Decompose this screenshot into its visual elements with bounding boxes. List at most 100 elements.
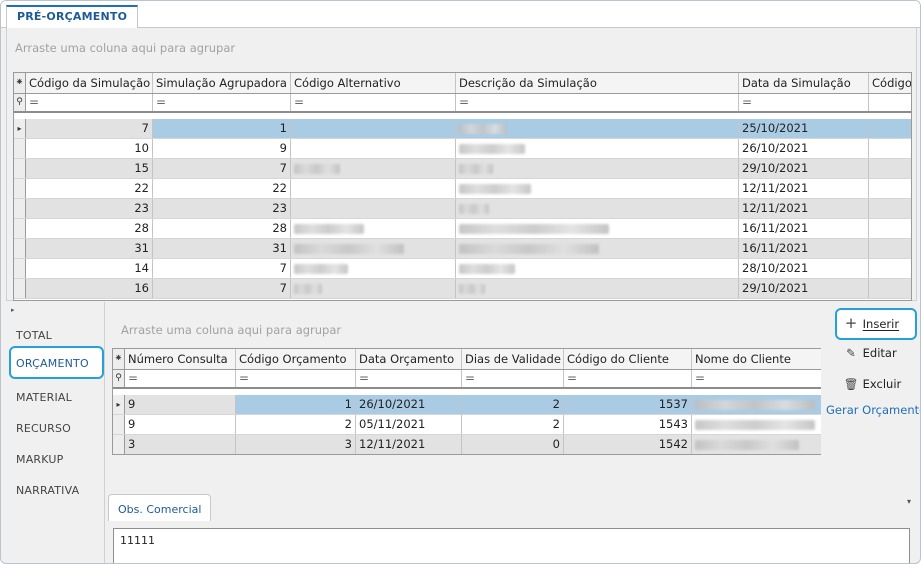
- cell-data-orcamento: 26/10/2021: [356, 395, 462, 414]
- cell-codigo-extra: [869, 279, 911, 298]
- col-codigo[interactable]: Código: [869, 73, 911, 93]
- sidebar-item-material[interactable]: MATERIAL: [16, 391, 72, 404]
- action-panel: + Inserir ✎ Editar 🗑 Excluir Gerar Orçam…: [821, 307, 920, 427]
- cell-codigo-orcamento: 3: [236, 435, 356, 454]
- redacted-text: [695, 419, 815, 430]
- row-indicator: [14, 239, 26, 258]
- column-chooser-icon[interactable]: ⁕: [113, 349, 125, 369]
- table-row[interactable]: 23 23 12/11/2021: [14, 199, 911, 219]
- filter-data-simulacao[interactable]: =: [739, 94, 869, 111]
- collapse-arrow-icon[interactable]: ▾: [907, 497, 911, 506]
- cell-codigo: 22: [26, 179, 153, 198]
- cell-data: 29/10/2021: [739, 279, 869, 298]
- cell-codigo-cliente: 1542: [564, 435, 692, 454]
- col-numero-consulta[interactable]: Número Consulta: [125, 349, 236, 369]
- row-indicator: [14, 159, 26, 178]
- table-row[interactable]: ▸ 9 1 26/10/2021 2 1537: [113, 395, 821, 415]
- simulation-grid-header: ⁕ Código da Simulação Simulação Agrupado…: [14, 73, 911, 94]
- redacted-text: [459, 223, 609, 234]
- tab-pre-orcamento[interactable]: PRÉ-ORÇAMENTO: [6, 5, 139, 28]
- column-chooser-icon[interactable]: ⁕: [14, 73, 26, 93]
- delete-label: Excluir: [862, 377, 902, 391]
- filter-data-orcamento[interactable]: =: [356, 370, 462, 387]
- cell-data-orcamento: 12/11/2021: [356, 435, 462, 454]
- redacted-text: [294, 263, 348, 274]
- col-codigo-alternativo[interactable]: Código Alternativo: [291, 73, 456, 93]
- edit-label: Editar: [862, 346, 897, 360]
- insert-button[interactable]: + Inserir: [835, 308, 917, 340]
- filter-descricao-simulacao[interactable]: =: [456, 94, 739, 111]
- group-by-panel-bottom[interactable]: Arraste uma coluna aqui para agrupar: [121, 323, 341, 337]
- expand-arrow-icon[interactable]: ▸: [11, 306, 15, 314]
- sidebar-item-narrativa[interactable]: NARRATIVA: [16, 484, 79, 497]
- filter-codigo-orcamento[interactable]: =: [236, 370, 356, 387]
- cell-nome-cliente: [692, 435, 821, 454]
- filter-simulacao-agrupadora[interactable]: =: [153, 94, 291, 111]
- row-indicator: [14, 259, 26, 278]
- table-row[interactable]: 28 28 16/11/2021: [14, 219, 911, 239]
- tab-obs-comercial[interactable]: Obs. Comercial: [108, 494, 212, 521]
- filter-numero-consulta[interactable]: =: [125, 370, 236, 387]
- filter-codigo-simulacao[interactable]: =: [26, 94, 153, 111]
- cell-agrupadora: 7: [153, 259, 291, 278]
- filter-dias-validade[interactable]: =: [462, 370, 564, 387]
- obs-comercial-field[interactable]: 11111: [113, 528, 910, 563]
- sidebar-item-orcamento[interactable]: ORÇAMENTO: [9, 346, 104, 379]
- cell-codigo-alternativo: [291, 279, 456, 298]
- sidebar-item-total[interactable]: TOTAL: [16, 329, 52, 342]
- redacted-text: [294, 283, 322, 294]
- row-indicator: [14, 139, 26, 158]
- col-descricao-simulacao[interactable]: Descrição da Simulação: [456, 73, 739, 93]
- cell-codigo-orcamento: 2: [236, 415, 356, 434]
- cell-descricao: [456, 159, 739, 178]
- sidebar-item-markup[interactable]: MARKUP: [16, 453, 63, 466]
- cell-agrupadora: 1: [153, 119, 291, 138]
- col-simulacao-agrupadora[interactable]: Simulação Agrupadora: [153, 73, 291, 93]
- col-codigo-simulacao[interactable]: Código da Simulação: [26, 73, 153, 93]
- section-sidebar: ▸ TOTAL ORÇAMENTO MATERIAL RECURSO MARKU…: [6, 302, 105, 563]
- redacted-text: [459, 203, 489, 214]
- redacted-text: [459, 143, 525, 154]
- col-codigo-orcamento[interactable]: Código Orçamento: [236, 349, 356, 369]
- col-data-simulacao[interactable]: Data da Simulação: [739, 73, 869, 93]
- budget-filter-row: ⚲ = = = = = =: [113, 370, 821, 389]
- col-dias-validade[interactable]: Dias de Validade: [462, 349, 564, 369]
- top-tab-strip: PRÉ-ORÇAMENTO: [1, 1, 920, 28]
- table-row[interactable]: 16 7 29/10/2021: [14, 279, 911, 299]
- filter-codigo[interactable]: [869, 94, 911, 111]
- redacted-text: [294, 243, 404, 254]
- filter-codigo-cliente[interactable]: =: [564, 370, 692, 387]
- generate-budget-link[interactable]: Gerar Orçamento: [826, 403, 920, 417]
- filter-codigo-alternativo[interactable]: =: [291, 94, 456, 111]
- filter-pin-icon: ⚲: [14, 94, 26, 111]
- cell-codigo-alternativo: [291, 219, 456, 238]
- cell-agrupadora: 28: [153, 219, 291, 238]
- table-row[interactable]: 15 7 29/10/2021: [14, 159, 911, 179]
- table-row[interactable]: 3 3 12/11/2021 0 1542: [113, 435, 821, 454]
- filter-nome-cliente[interactable]: =: [692, 370, 821, 387]
- col-codigo-cliente[interactable]: Código do Cliente: [564, 349, 692, 369]
- cell-data: 16/11/2021: [739, 219, 869, 238]
- sidebar-item-recurso[interactable]: RECURSO: [16, 422, 71, 435]
- row-indicator-icon: ▸: [113, 395, 125, 414]
- table-row[interactable]: 22 22 12/11/2021: [14, 179, 911, 199]
- budget-grid: ⁕ Número Consulta Código Orçamento Data …: [112, 348, 821, 455]
- delete-button[interactable]: 🗑 Excluir: [843, 377, 902, 391]
- row-indicator: [113, 415, 125, 434]
- table-row[interactable]: 9 2 05/11/2021 2 1543: [113, 415, 821, 435]
- edit-button[interactable]: ✎ Editar: [843, 346, 897, 360]
- row-indicator: [14, 199, 26, 218]
- simulation-grid: ⁕ Código da Simulação Simulação Agrupado…: [13, 72, 912, 301]
- cell-descricao: [456, 279, 739, 298]
- col-nome-cliente[interactable]: Nome do Cliente: [692, 349, 821, 369]
- cell-numero-consulta: 9: [125, 415, 236, 434]
- group-by-panel-top[interactable]: Arraste uma coluna aqui para agrupar: [15, 41, 235, 55]
- table-row[interactable]: 31 31 16/11/2021: [14, 239, 911, 259]
- cell-codigo-extra: [869, 139, 911, 158]
- table-row[interactable]: 10 9 26/10/2021: [14, 139, 911, 159]
- table-row[interactable]: ▸ 7 1 25/10/2021: [14, 119, 911, 139]
- cell-codigo: 16: [26, 279, 153, 298]
- table-row[interactable]: 14 7 28/10/2021: [14, 259, 911, 279]
- col-data-orcamento[interactable]: Data Orçamento: [356, 349, 462, 369]
- cell-dias-validade: 2: [462, 415, 564, 434]
